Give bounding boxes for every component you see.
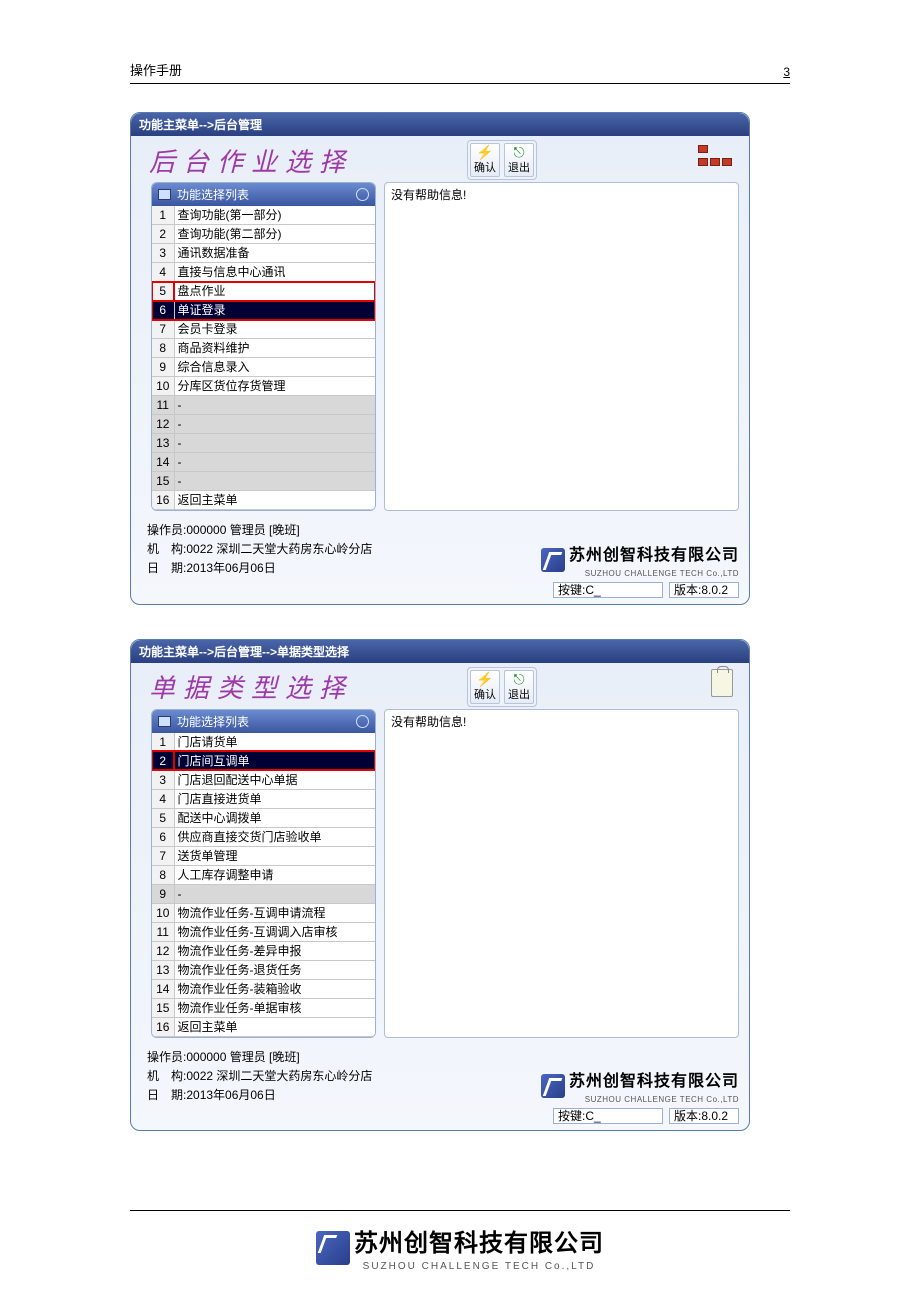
list-item[interactable]: 16返回主菜单 xyxy=(152,491,375,510)
app-window-2: 功能主菜单-->后台管理-->单据类型选择单据类型选择 ⚡确认⎋退出功能选择列表 1… xyxy=(130,639,750,1132)
section-title: 单据类型选择 xyxy=(149,668,353,705)
footer-company-en: SUZHOU CHALLENGE TECH Co.,LTD xyxy=(363,1261,596,1272)
list-header-label: 功能选择列表 xyxy=(177,186,249,203)
list-item[interactable]: 16返回主菜单 xyxy=(152,1017,375,1036)
list-item[interactable]: 6供应商直接交货门店验收单 xyxy=(152,827,375,846)
monitor-icon xyxy=(158,189,171,200)
list-item[interactable]: 1门店请货单 xyxy=(152,733,375,752)
status-version: 版本:8.0.2 xyxy=(669,1108,739,1124)
list-item[interactable]: 14- xyxy=(152,453,375,472)
list-item[interactable]: 14物流作业任务-装箱验收 xyxy=(152,979,375,998)
footer-info: 操作员:000000 管理员 [晚班]机 构:0022 深圳二天堂大药房东心岭分… xyxy=(147,1048,372,1106)
confirm-button[interactable]: ⚡确认 xyxy=(470,670,500,704)
company-logo-icon xyxy=(316,1231,350,1265)
monitor-icon xyxy=(158,716,171,727)
list-item[interactable]: 4直接与信息中心通讯 xyxy=(152,263,375,282)
confirm-button[interactable]: ⚡确认 xyxy=(470,143,500,177)
org-chart-icon[interactable] xyxy=(697,144,733,170)
list-item[interactable]: 6单证登录 xyxy=(152,301,375,320)
lightning-icon: ⚡ xyxy=(474,672,496,686)
list-item[interactable]: 11物流作业任务-互调调入店审核 xyxy=(152,922,375,941)
app-window-1: 功能主菜单-->后台管理后台作业选择 ⚡确认⎋退出功能选择列表 1查询功能(第一部分… xyxy=(130,112,750,605)
list-item[interactable]: 15- xyxy=(152,472,375,491)
status-version: 版本:8.0.2 xyxy=(669,582,739,598)
list-item[interactable]: 7送货单管理 xyxy=(152,846,375,865)
list-item[interactable]: 2门店间互调单 xyxy=(152,751,375,770)
window-title: 功能主菜单-->后台管理 xyxy=(131,113,749,136)
list-item[interactable]: 10分库区货位存货管理 xyxy=(152,377,375,396)
help-panel: 没有帮助信息! xyxy=(384,709,739,1038)
list-item[interactable]: 15物流作业任务-单据审核 xyxy=(152,998,375,1017)
list-item[interactable]: 9综合信息录入 xyxy=(152,358,375,377)
list-item[interactable]: 12- xyxy=(152,415,375,434)
section-title: 后台作业选择 xyxy=(149,142,353,179)
company-block: 苏州创智科技有限公司SUZHOU CHALLENGE TECH Co.,LTD xyxy=(541,541,739,579)
refresh-icon[interactable] xyxy=(356,188,369,201)
list-item[interactable]: 4门店直接进货单 xyxy=(152,789,375,808)
exit-icon: ⎋ xyxy=(508,672,530,686)
list-item[interactable]: 12物流作业任务-差异申报 xyxy=(152,941,375,960)
window-title: 功能主菜单-->后台管理-->单据类型选择 xyxy=(131,640,749,663)
doc-header: 操作手册 3 xyxy=(130,60,790,84)
list-item[interactable]: 3通讯数据准备 xyxy=(152,244,375,263)
list-item[interactable]: 7会员卡登录 xyxy=(152,320,375,339)
list-item[interactable]: 2查询功能(第二部分) xyxy=(152,225,375,244)
page-number: 3 xyxy=(783,65,790,79)
refresh-icon[interactable] xyxy=(356,715,369,728)
menu-list: 功能选择列表 1门店请货单2门店间互调单3门店退回配送中心单据4门店直接进货单5配… xyxy=(151,709,376,1038)
footer-company-cn: 苏州创智科技有限公司 xyxy=(354,1231,604,1257)
exit-button[interactable]: ⎋退出 xyxy=(504,670,534,704)
menu-list: 功能选择列表 1查询功能(第一部分)2查询功能(第二部分)3通讯数据准备4直接与信… xyxy=(151,182,376,511)
list-item[interactable]: 10物流作业任务-互调申请流程 xyxy=(152,903,375,922)
doc-footer: 苏州创智科技有限公司 SUZHOU CHALLENGE TECH Co.,LTD xyxy=(130,1210,790,1272)
list-item[interactable]: 13物流作业任务-退货任务 xyxy=(152,960,375,979)
list-item[interactable]: 9- xyxy=(152,884,375,903)
company-block: 苏州创智科技有限公司SUZHOU CHALLENGE TECH Co.,LTD xyxy=(541,1067,739,1105)
exit-icon: ⎋ xyxy=(508,145,530,159)
list-item[interactable]: 11- xyxy=(152,396,375,415)
doc-title: 操作手册 xyxy=(130,60,182,79)
list-item[interactable]: 5盘点作业 xyxy=(152,282,375,301)
list-item[interactable]: 3门店退回配送中心单据 xyxy=(152,770,375,789)
lightning-icon: ⚡ xyxy=(474,145,496,159)
help-panel: 没有帮助信息! xyxy=(384,182,739,511)
list-item[interactable]: 8人工库存调整申请 xyxy=(152,865,375,884)
status-key: 按键:C_ xyxy=(553,1108,663,1124)
list-item[interactable]: 8商品资料维护 xyxy=(152,339,375,358)
company-logo-icon xyxy=(541,1074,565,1098)
list-item[interactable]: 13- xyxy=(152,434,375,453)
list-item[interactable]: 5配送中心调拨单 xyxy=(152,808,375,827)
list-item[interactable]: 1查询功能(第一部分) xyxy=(152,206,375,225)
status-key: 按键:C_ xyxy=(553,582,663,598)
exit-button[interactable]: ⎋退出 xyxy=(504,143,534,177)
footer-info: 操作员:000000 管理员 [晚班]机 构:0022 深圳二天堂大药房东心岭分… xyxy=(147,521,372,579)
company-logo-icon xyxy=(541,548,565,572)
clipboard-icon[interactable] xyxy=(711,669,733,697)
list-header-label: 功能选择列表 xyxy=(177,713,249,730)
